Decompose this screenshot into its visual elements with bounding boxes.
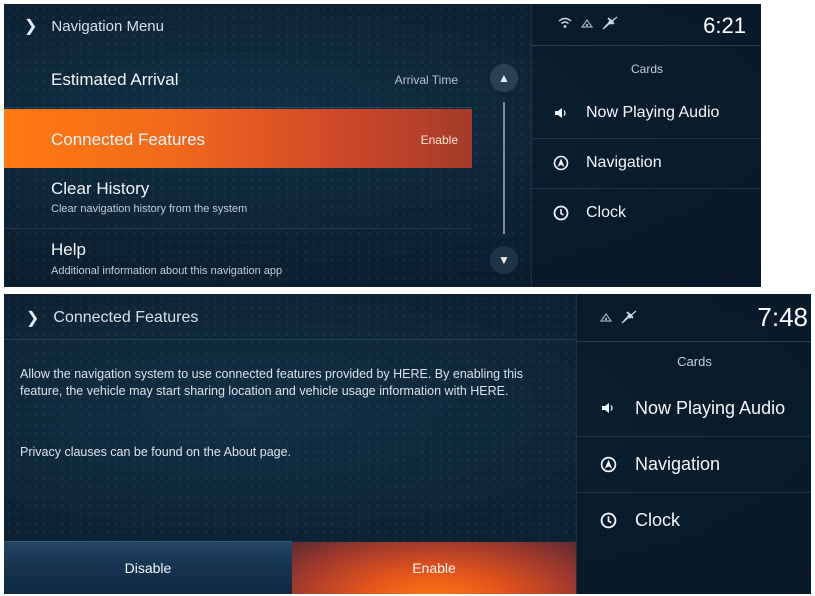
connected-features-screen: ❯ Connected Features Allow the navigatio… (4, 294, 811, 594)
cards-label: Cards (630, 62, 663, 76)
chevron-right-icon[interactable]: ❯ (26, 308, 39, 328)
speaker-icon (595, 402, 621, 414)
cards-panel: 6:21 Cards Now Playing Audio Navigation … (531, 4, 761, 287)
scroll-down-button[interactable]: ▼ (490, 246, 518, 274)
scroll-up-button[interactable]: ▲ (490, 64, 518, 92)
scrollbar[interactable] (503, 102, 505, 234)
navigation-menu-header: ❯ Navigation Menu (24, 16, 164, 36)
connected-signal-icon (599, 312, 613, 322)
menu-item-value: Arrival Time (394, 73, 458, 87)
menu-item-connected-features[interactable]: Connected Features Enable (4, 109, 472, 168)
status-icons (558, 16, 618, 30)
gps-off-icon (602, 16, 618, 30)
clock-time: 7:48 (757, 302, 808, 332)
card-navigation[interactable]: Navigation (577, 436, 811, 493)
menu-item-title: Clear History (51, 179, 150, 198)
menu-item-subtitle: Additional information about this naviga… (51, 265, 283, 277)
gps-off-icon (621, 310, 637, 324)
menu-item-help[interactable]: Help Additional information about this n… (4, 230, 472, 287)
card-now-playing-audio[interactable]: Now Playing Audio (532, 88, 761, 139)
page-title: Navigation Menu (51, 17, 164, 35)
clock-icon (595, 512, 621, 529)
card-label: Now Playing Audio (586, 104, 720, 121)
navigation-arrow-icon (548, 155, 574, 171)
navigation-arrow-icon (595, 456, 621, 473)
chevron-down-icon: ▼ (498, 253, 510, 267)
chevron-right-icon[interactable]: ❯ (24, 16, 37, 36)
card-label: Clock (635, 509, 681, 530)
enable-button[interactable]: Enable (292, 542, 576, 594)
disable-button[interactable]: Disable (4, 541, 292, 594)
menu-item-estimated-arrival[interactable]: Estimated Arrival Arrival Time (4, 51, 472, 108)
navigation-menu-screen: ❯ Navigation Menu Estimated Arrival Arri… (4, 4, 761, 287)
card-clock[interactable]: Clock (532, 188, 761, 238)
card-now-playing-audio[interactable]: Now Playing Audio (577, 380, 811, 437)
privacy-paragraph: Privacy clauses can be found on the Abou… (20, 445, 292, 459)
menu-item-title: Help (51, 240, 86, 259)
menu-item-title: Connected Features (51, 130, 206, 149)
description-paragraph: Allow the navigation system to use conne… (20, 367, 524, 398)
card-label: Navigation (635, 453, 721, 474)
card-label: Now Playing Audio (635, 397, 786, 418)
card-label: Clock (586, 204, 627, 221)
chevron-up-icon: ▲ (498, 71, 510, 85)
status-icons (599, 310, 637, 324)
menu-item-clear-history[interactable]: Clear History Clear navigation history f… (4, 170, 472, 229)
menu-item-title: Estimated Arrival (51, 70, 179, 89)
cards-panel: 7:48 Cards Now Playing Audio Navigation … (576, 294, 811, 594)
connected-signal-icon (580, 18, 594, 28)
menu-item-value: Enable (420, 133, 458, 147)
clock-icon (548, 205, 574, 221)
header-divider (4, 339, 576, 340)
card-clock[interactable]: Clock (577, 492, 811, 548)
clock-time: 6:21 (703, 13, 746, 38)
card-navigation[interactable]: Navigation (532, 138, 761, 189)
card-label: Navigation (586, 154, 662, 171)
menu-item-subtitle: Clear navigation history from the system (51, 203, 248, 215)
speaker-icon (548, 107, 574, 119)
status-bar: 7:48 (577, 294, 811, 342)
connected-features-header: ❯ Connected Features (26, 308, 198, 328)
wifi-icon (558, 17, 572, 28)
cards-label: Cards (677, 354, 712, 369)
status-bar: 6:21 (532, 4, 761, 46)
page-title: Connected Features (53, 309, 199, 326)
